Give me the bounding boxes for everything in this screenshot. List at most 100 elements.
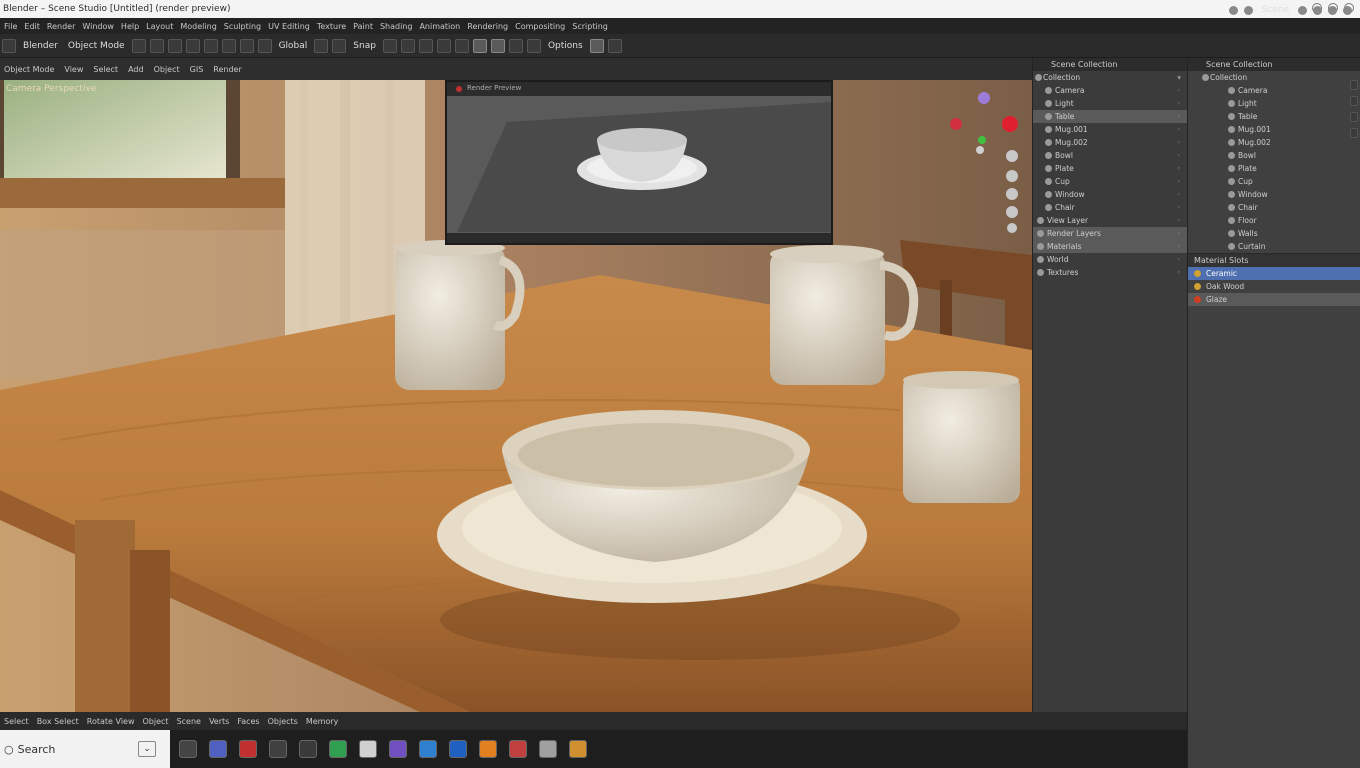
outliner-item[interactable]: Mug.002 ◦: [1033, 136, 1187, 149]
outliner-item[interactable]: Chair ◦: [1033, 201, 1187, 214]
menu-item[interactable]: Edit: [24, 22, 40, 31]
visibility-icon[interactable]: ◦: [1177, 136, 1181, 149]
outliner-item[interactable]: Window ◦: [1033, 188, 1187, 201]
taskbar-app-icon[interactable]: [389, 740, 407, 758]
measure-tool-icon[interactable]: [257, 38, 272, 53]
outliner-item[interactable]: Table ◦: [1033, 110, 1187, 123]
3d-viewport[interactable]: Camera Perspective Render Preview: [0, 80, 1032, 712]
outliner-item[interactable]: Bowl ◦: [1033, 149, 1187, 162]
outliner-item[interactable]: Collection ▾: [1033, 71, 1187, 84]
section-toggle-icon[interactable]: ◦: [1177, 214, 1181, 227]
visibility-icon[interactable]: ◦: [1177, 84, 1181, 97]
side-tab-icon[interactable]: [1350, 112, 1358, 122]
visibility-icon[interactable]: ◦: [1177, 175, 1181, 188]
visibility-icon[interactable]: ◦: [1177, 201, 1181, 214]
taskbar-search[interactable]: ○ Search ⌄: [0, 730, 170, 768]
scale-tool-icon[interactable]: [203, 38, 218, 53]
menu-item[interactable]: UV Editing: [268, 22, 310, 31]
menu-item[interactable]: Compositing: [515, 22, 565, 31]
outliner-section[interactable]: World ◦: [1033, 253, 1187, 266]
taskbar-app-icon[interactable]: [479, 740, 497, 758]
navigation-gizmo[interactable]: [940, 86, 1020, 236]
move-tool-icon[interactable]: [167, 38, 182, 53]
properties-tree-item[interactable]: Table: [1188, 110, 1360, 123]
outliner-section[interactable]: View Layer ◦: [1033, 214, 1187, 227]
outliner-section[interactable]: Materials ◦: [1033, 240, 1187, 253]
render-icon[interactable]: [1343, 5, 1352, 15]
transform-orientation-dropdown[interactable]: Global: [276, 41, 311, 51]
menu-item[interactable]: Help: [121, 22, 139, 31]
fullscreen-icon[interactable]: [607, 38, 622, 53]
viewport-menu-item[interactable]: GIS: [190, 65, 204, 74]
wireframe-shading-icon[interactable]: [472, 38, 487, 53]
outliner-section[interactable]: Render Layers ◦: [1033, 227, 1187, 240]
side-tab-icon[interactable]: [1350, 80, 1358, 90]
side-tab-icon[interactable]: [1350, 128, 1358, 138]
snap-dropdown[interactable]: Snap: [350, 41, 379, 51]
outliner-item[interactable]: Light ◦: [1033, 97, 1187, 110]
menu-item[interactable]: Modeling: [180, 22, 216, 31]
properties-tree-item[interactable]: Window: [1188, 188, 1360, 201]
menu-item[interactable]: Rendering: [467, 22, 508, 31]
properties-tree-item[interactable]: Curtain: [1188, 240, 1360, 253]
transform-tool-icon[interactable]: [221, 38, 236, 53]
material-slot[interactable]: Ceramic: [1188, 267, 1360, 280]
menu-item[interactable]: Render: [47, 22, 75, 31]
material-slot[interactable]: Glaze: [1188, 293, 1360, 306]
menu-item[interactable]: Texture: [317, 22, 346, 31]
visibility-icon[interactable]: ◦: [1177, 97, 1181, 110]
material-shading-icon[interactable]: [508, 38, 523, 53]
pivot-icon[interactable]: [314, 38, 329, 53]
properties-tree-item[interactable]: Bowl: [1188, 149, 1360, 162]
properties-tree-item[interactable]: Mug.001: [1188, 123, 1360, 136]
section-toggle-icon[interactable]: ◦: [1177, 227, 1181, 240]
viewport-options-icon[interactable]: [1328, 5, 1337, 15]
taskbar-app-icon[interactable]: [209, 740, 227, 758]
cursor-tool-icon[interactable]: [149, 38, 164, 53]
side-tab-icon[interactable]: [1350, 96, 1358, 106]
taskbar-app-icon[interactable]: [569, 740, 587, 758]
viewport-menu-item[interactable]: Object: [154, 65, 180, 74]
visibility-icon[interactable]: [1313, 5, 1322, 15]
properties-tree-item[interactable]: Collection: [1188, 71, 1360, 84]
select-tool-icon[interactable]: [131, 38, 146, 53]
taskbar-app-icon[interactable]: [269, 740, 287, 758]
properties-tree-item[interactable]: Cup: [1188, 175, 1360, 188]
solid-shading-icon[interactable]: [490, 38, 505, 53]
outliner-item[interactable]: Mug.001 ◦: [1033, 123, 1187, 136]
overlay-icon[interactable]: [436, 38, 451, 53]
material-slot[interactable]: Oak Wood: [1188, 280, 1360, 293]
taskbar-app-icon[interactable]: [449, 740, 467, 758]
viewport-menu-item[interactable]: View: [64, 65, 83, 74]
chevron-down-icon[interactable]: ⌄: [138, 741, 156, 757]
snap-icon[interactable]: [332, 38, 347, 53]
viewport-menu-item[interactable]: Add: [128, 65, 144, 74]
properties-tree-item[interactable]: Walls: [1188, 227, 1360, 240]
taskbar-app-icon[interactable]: [299, 740, 317, 758]
properties-tree-item[interactable]: Mug.002: [1188, 136, 1360, 149]
outliner-section[interactable]: Textures ◦: [1033, 266, 1187, 279]
properties-tree-item[interactable]: Light: [1188, 97, 1360, 110]
outliner-item[interactable]: Camera ◦: [1033, 84, 1187, 97]
viewport-menu-item[interactable]: Render: [213, 65, 241, 74]
grab-icon[interactable]: [1243, 5, 1253, 15]
visibility-icon[interactable]: ◦: [1177, 123, 1181, 136]
viewport-menu-item[interactable]: Object Mode: [4, 65, 54, 74]
visibility-icon[interactable]: ◦: [1177, 188, 1181, 201]
taskbar-app-icon[interactable]: [509, 740, 527, 758]
render-shading-icon[interactable]: [526, 38, 541, 53]
falloff-icon[interactable]: [400, 38, 415, 53]
menu-item[interactable]: Shading: [380, 22, 413, 31]
taskbar-app-icon[interactable]: [329, 740, 347, 758]
section-toggle-icon[interactable]: ◦: [1177, 253, 1181, 266]
taskbar-app-icon[interactable]: [239, 740, 257, 758]
gizmo-icon[interactable]: [454, 38, 469, 53]
properties-tree-item[interactable]: Chair: [1188, 201, 1360, 214]
visibility-icon[interactable]: ◦: [1177, 149, 1181, 162]
properties-tree-item[interactable]: Camera: [1188, 84, 1360, 97]
annotate-tool-icon[interactable]: [239, 38, 254, 53]
mode-dropdown[interactable]: Object Mode: [65, 41, 128, 51]
taskbar-app-icon[interactable]: [359, 740, 377, 758]
outliner-item[interactable]: Plate ◦: [1033, 162, 1187, 175]
menu-item[interactable]: Paint: [353, 22, 373, 31]
